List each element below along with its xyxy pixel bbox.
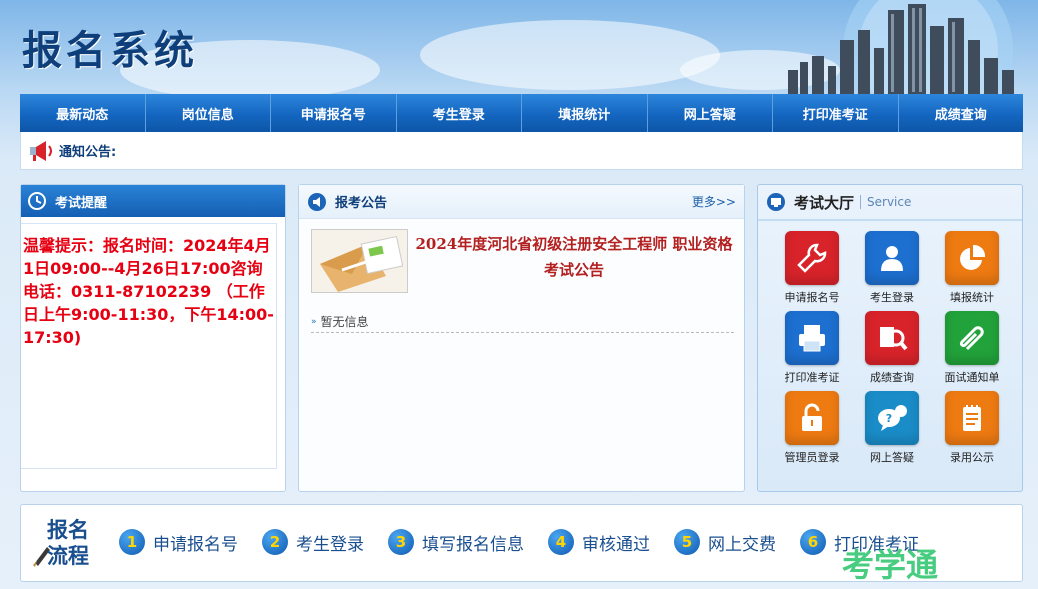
tile-label: 网上答疑 <box>870 451 914 464</box>
step-number-badge: 5 <box>674 529 700 555</box>
flow-step[interactable]: 5 网上交费 <box>674 529 776 555</box>
notice-label: 通知公告: <box>59 145 117 160</box>
padlock-icon <box>785 391 839 445</box>
pie-chart-icon <box>945 231 999 285</box>
tile-hiring-publicity[interactable]: 录用公示 <box>932 391 1012 465</box>
reminder-text: 温馨提示：报名时间：2024年4月1日09:00--4月26日17:00咨询电话… <box>23 236 274 347</box>
exam-hall-title: 考试大厅 <box>794 193 855 212</box>
printer-icon <box>785 311 839 365</box>
tile-statistics[interactable]: 填报统计 <box>932 231 1012 305</box>
step-number-badge: 3 <box>388 529 414 555</box>
reminder-header: 考试提醒 <box>21 185 285 217</box>
tile-label: 打印准考证 <box>784 371 840 384</box>
svg-text:?: ? <box>886 412 892 425</box>
city-skyline-graphic <box>788 0 1014 94</box>
step-label: 申请报名号 <box>153 534 238 555</box>
reminder-title: 考试提醒 <box>55 195 108 211</box>
notepad-icon <box>945 391 999 445</box>
exam-hall-header: 考试大厅 Service <box>758 185 1022 221</box>
step-label: 考生登录 <box>296 534 364 555</box>
question-bubble-icon: ? <box>865 391 919 445</box>
nav-item-positions[interactable]: 岗位信息 <box>146 94 271 132</box>
step-label: 网上交费 <box>708 534 776 555</box>
header-banner: 报名系统 <box>0 0 1038 94</box>
tile-candidate-login[interactable]: 考生登录 <box>852 231 932 305</box>
double-arrow-icon: » <box>311 316 317 327</box>
site-title: 报名系统 <box>22 27 198 74</box>
reminder-body: 温馨提示：报名时间：2024年4月1日09:00--4月26日17:00咨询电话… <box>21 223 277 469</box>
flow-steps: 1 申请报名号 2 考生登录 3 填写报名信息 4 审核通过 5 网上交费 6 … <box>119 529 943 555</box>
announcements-panel: 报考公告 更多>> 2024年度河北省初级注册安全工程师 职业资格考试公告 » … <box>298 184 745 492</box>
announcements-header: 报考公告 更多>> <box>299 185 744 219</box>
magnifier-icon <box>865 311 919 365</box>
tile-label: 面试通知单 <box>944 371 1000 384</box>
empty-list-item: » 暂无信息 <box>311 311 734 333</box>
step-number-badge: 6 <box>800 529 826 555</box>
flow-title-line1: 报名 <box>47 517 89 542</box>
tile-label: 成绩查询 <box>870 371 914 384</box>
step-label: 审核通过 <box>582 534 650 555</box>
step-number-badge: 2 <box>262 529 288 555</box>
flow-step[interactable]: 3 填写报名信息 <box>388 529 524 555</box>
nav-item-latest-news[interactable]: 最新动态 <box>20 94 146 132</box>
service-grid: 申请报名号 考生登录 填报统计 打印准考证 成绩查询 面试通知单 管理员登录 ?… <box>772 231 1012 465</box>
notice-bar: 通知公告: <box>20 132 1023 170</box>
nav-item-statistics[interactable]: 填报统计 <box>522 94 648 132</box>
tile-label: 申请报名号 <box>784 291 840 304</box>
tile-label: 管理员登录 <box>784 451 840 464</box>
tile-label: 考生登录 <box>870 291 914 304</box>
step-number-badge: 4 <box>548 529 574 555</box>
news-thumbnail[interactable] <box>311 229 408 293</box>
monitor-icon <box>767 193 785 211</box>
envelope-icon <box>312 230 407 292</box>
tile-admin-login[interactable]: 管理员登录 <box>772 391 852 465</box>
exam-hall-panel: 考试大厅 Service 申请报名号 考生登录 填报统计 打印准考证 成绩查询 … <box>757 184 1023 492</box>
tile-apply-number[interactable]: 申请报名号 <box>772 231 852 305</box>
user-icon <box>865 231 919 285</box>
nav-item-apply-number[interactable]: 申请报名号 <box>271 94 397 132</box>
nav-item-qa[interactable]: 网上答疑 <box>648 94 773 132</box>
tile-label: 填报统计 <box>950 291 994 304</box>
tile-interview-notice[interactable]: 面试通知单 <box>932 311 1012 385</box>
empty-text: 暂无信息 <box>320 315 369 329</box>
flow-title: 报名 流程 <box>47 517 89 569</box>
exam-hall-subtitle: Service <box>860 195 911 209</box>
flow-step[interactable]: 2 考生登录 <box>262 529 364 555</box>
nav-item-candidate-login[interactable]: 考生登录 <box>397 94 522 132</box>
tile-score-query[interactable]: 成绩查询 <box>852 311 932 385</box>
tile-print-admission[interactable]: 打印准考证 <box>772 311 852 385</box>
more-link[interactable]: 更多>> <box>692 193 736 210</box>
nav-item-score-query[interactable]: 成绩查询 <box>899 94 1024 132</box>
tile-online-qa[interactable]: ? 网上答疑 <box>852 391 932 465</box>
watermark-logo: 考学通 <box>842 546 938 584</box>
exam-reminder-panel: 考试提醒 温馨提示：报名时间：2024年4月1日09:00--4月26日17:0… <box>20 184 286 492</box>
clock-icon <box>28 192 46 210</box>
flow-step[interactable]: 1 申请报名号 <box>119 529 238 555</box>
watermark-text: 考学通 <box>842 546 938 584</box>
megaphone-icon <box>30 140 52 161</box>
flow-title-line2: 流程 <box>47 543 89 568</box>
step-label: 填写报名信息 <box>422 534 524 555</box>
paperclip-icon <box>945 311 999 365</box>
step-number-badge: 1 <box>119 529 145 555</box>
main-nav: 最新动态 岗位信息 申请报名号 考生登录 填报统计 网上答疑 打印准考证 成绩查… <box>20 94 1023 132</box>
tile-label: 录用公示 <box>950 451 994 464</box>
news-headline-link[interactable]: 2024年度河北省初级注册安全工程师 职业资格考试公告 <box>411 231 737 283</box>
wrench-icon <box>785 231 839 285</box>
speaker-icon <box>308 192 326 211</box>
announcements-title: 报考公告 <box>335 196 388 211</box>
flow-step[interactable]: 4 审核通过 <box>548 529 650 555</box>
nav-item-print-admission[interactable]: 打印准考证 <box>773 94 899 132</box>
